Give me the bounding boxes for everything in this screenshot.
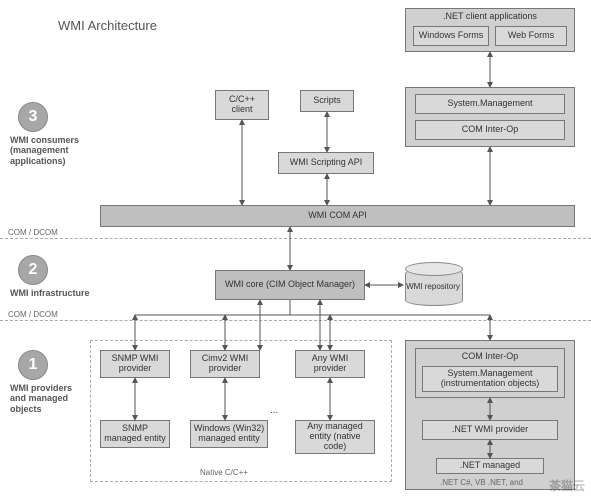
diagram-title: WMI Architecture	[58, 18, 157, 33]
any-managed-entity-box: Any managed entity (native code)	[295, 420, 375, 454]
snmp-wmi-provider-box: SNMP WMI provider	[100, 350, 170, 378]
web-forms-box: Web Forms	[495, 26, 567, 46]
c-cpp-client-box: C/C++ client	[215, 90, 269, 120]
net-wmi-provider-box: .NET WMI provider	[422, 420, 558, 440]
divider-2-label: COM / DCOM	[8, 310, 58, 319]
ellipsis: ...	[270, 405, 278, 416]
native-cpp-label: Native C/C++	[200, 468, 248, 477]
windows-managed-entity-box: Windows (Win32) managed entity	[190, 420, 268, 448]
divider-2	[0, 320, 591, 321]
divider-1-label: COM / DCOM	[8, 228, 58, 237]
wmi-repository-label: WMI repository	[405, 282, 461, 291]
section-2-badge: 2	[18, 255, 48, 285]
wmi-com-api-box: WMI COM API	[100, 205, 575, 227]
system-management-instr-box: System.Management (instrumentation objec…	[422, 366, 558, 392]
watermark: 茶猫云	[549, 477, 585, 494]
any-wmi-provider-box: Any WMI provider	[295, 350, 365, 378]
section-2-label: WMI infrastructure	[10, 288, 90, 298]
wmi-repository-cylinder: WMI repository	[405, 268, 461, 304]
cimv2-wmi-provider-box: Cimv2 WMI provider	[190, 350, 260, 378]
section-1-badge: 1	[18, 350, 48, 380]
divider-1	[0, 238, 591, 239]
scripts-box: Scripts	[300, 90, 354, 112]
section-3-label: WMI consumers (management applications)	[10, 135, 90, 166]
net-managed-box: .NET managed	[436, 458, 544, 474]
system-management-box: System.Management	[415, 94, 565, 114]
section-3-badge: 3	[18, 102, 48, 132]
net-langs-label: .NET C#, VB .NET, and	[440, 478, 523, 487]
com-interop-box: COM Inter-Op	[415, 120, 565, 140]
windows-forms-box: Windows Forms	[413, 26, 489, 46]
wmi-core-box: WMI core (CIM Object Manager)	[215, 270, 365, 300]
wmi-scripting-api-box: WMI Scripting API	[278, 152, 374, 174]
snmp-managed-entity-box: SNMP managed entity	[100, 420, 170, 448]
section-1-label: WMI providers and managed objects	[10, 383, 90, 414]
